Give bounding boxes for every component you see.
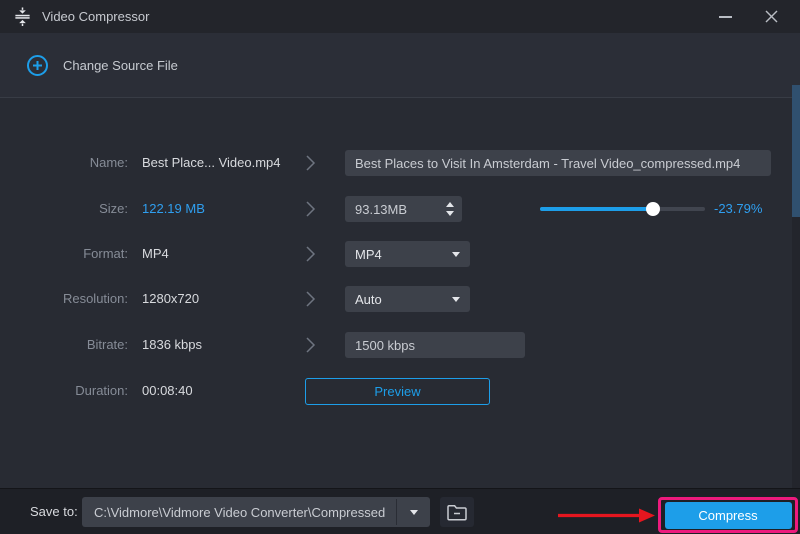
size-label: Size: <box>0 196 128 222</box>
window-controls <box>702 0 794 33</box>
caret-up-icon <box>446 202 454 207</box>
size-row: Size: 122.19 MB -23.79% <box>0 196 792 222</box>
spin-down-button[interactable] <box>446 211 454 216</box>
duration-row: Duration: 00:08:40 Preview <box>0 378 792 404</box>
target-size-input[interactable] <box>345 196 438 222</box>
save-path-input[interactable] <box>82 497 396 527</box>
resolution-row: Resolution: 1280x720 Auto <box>0 286 792 312</box>
caret-down-icon <box>410 510 418 515</box>
format-row: Format: MP4 MP4 <box>0 241 792 267</box>
open-folder-button[interactable] <box>440 497 474 527</box>
window-title: Video Compressor <box>42 0 149 33</box>
duration-label: Duration: <box>0 378 128 404</box>
format-dropdown[interactable]: MP4 <box>345 241 470 267</box>
save-path-dropdown-button[interactable] <box>397 497 430 527</box>
close-button[interactable] <box>748 0 794 33</box>
preview-button[interactable]: Preview <box>305 378 490 405</box>
source-bitrate-value: 1836 kbps <box>142 332 202 358</box>
name-label: Name: <box>0 150 128 176</box>
titlebar: Video Compressor <box>0 0 800 33</box>
source-duration-value: 00:08:40 <box>142 378 193 404</box>
header-bar: Change Source File <box>0 33 800 97</box>
chevron-right-icon <box>306 337 316 353</box>
change-source-file-label: Change Source File <box>63 58 178 73</box>
highlight-box: Compress <box>658 497 798 533</box>
slider-thumb[interactable] <box>646 202 660 216</box>
resolution-dropdown[interactable]: Auto <box>345 286 470 312</box>
caret-down-icon <box>452 297 460 302</box>
format-dropdown-value: MP4 <box>355 247 382 262</box>
bitrate-input[interactable] <box>345 332 525 358</box>
minimize-button[interactable] <box>702 0 748 33</box>
chevron-right-icon <box>306 201 316 217</box>
folder-icon <box>446 503 468 521</box>
save-to-label: Save to: <box>30 489 78 534</box>
chevron-right-icon <box>306 246 316 262</box>
bitrate-row: Bitrate: 1836 kbps <box>0 332 792 358</box>
target-size-spinner <box>345 196 462 222</box>
scrollbar-thumb[interactable] <box>792 85 800 217</box>
source-resolution-value: 1280x720 <box>142 286 199 312</box>
source-size-value: 122.19 MB <box>142 196 205 222</box>
close-icon <box>765 10 778 23</box>
caret-down-icon <box>446 211 454 216</box>
footer-bar: Save to: Compress <box>0 488 800 534</box>
compress-button[interactable]: Compress <box>665 502 792 529</box>
source-name-value: Best Place... Video.mp4 <box>142 150 281 176</box>
spinner-arrows <box>438 196 462 222</box>
settings-panel: Name: Best Place... Video.mp4 Size: 122.… <box>0 97 800 488</box>
chevron-right-icon <box>306 291 316 307</box>
chevron-right-icon <box>306 155 316 171</box>
compress-icon <box>13 7 32 26</box>
resolution-label: Resolution: <box>0 286 128 312</box>
slider-fill <box>540 207 653 211</box>
name-row: Name: Best Place... Video.mp4 <box>0 150 792 176</box>
change-source-file-button[interactable]: Change Source File <box>26 54 178 77</box>
plus-circle-icon <box>26 54 49 77</box>
output-name-input[interactable] <box>345 150 771 176</box>
source-format-value: MP4 <box>142 241 169 267</box>
spin-up-button[interactable] <box>446 202 454 207</box>
size-slider[interactable] <box>540 196 705 222</box>
red-arrow-icon <box>558 508 656 523</box>
resolution-dropdown-value: Auto <box>355 292 382 307</box>
bitrate-label: Bitrate: <box>0 332 128 358</box>
vertical-scrollbar[interactable] <box>792 85 800 488</box>
caret-down-icon <box>452 252 460 257</box>
format-label: Format: <box>0 241 128 267</box>
size-reduction-percent: -23.79% <box>714 196 762 222</box>
save-path-combo <box>82 497 430 527</box>
minimize-icon <box>719 16 732 18</box>
video-compressor-window: Video Compressor Change Source File <box>0 0 800 534</box>
